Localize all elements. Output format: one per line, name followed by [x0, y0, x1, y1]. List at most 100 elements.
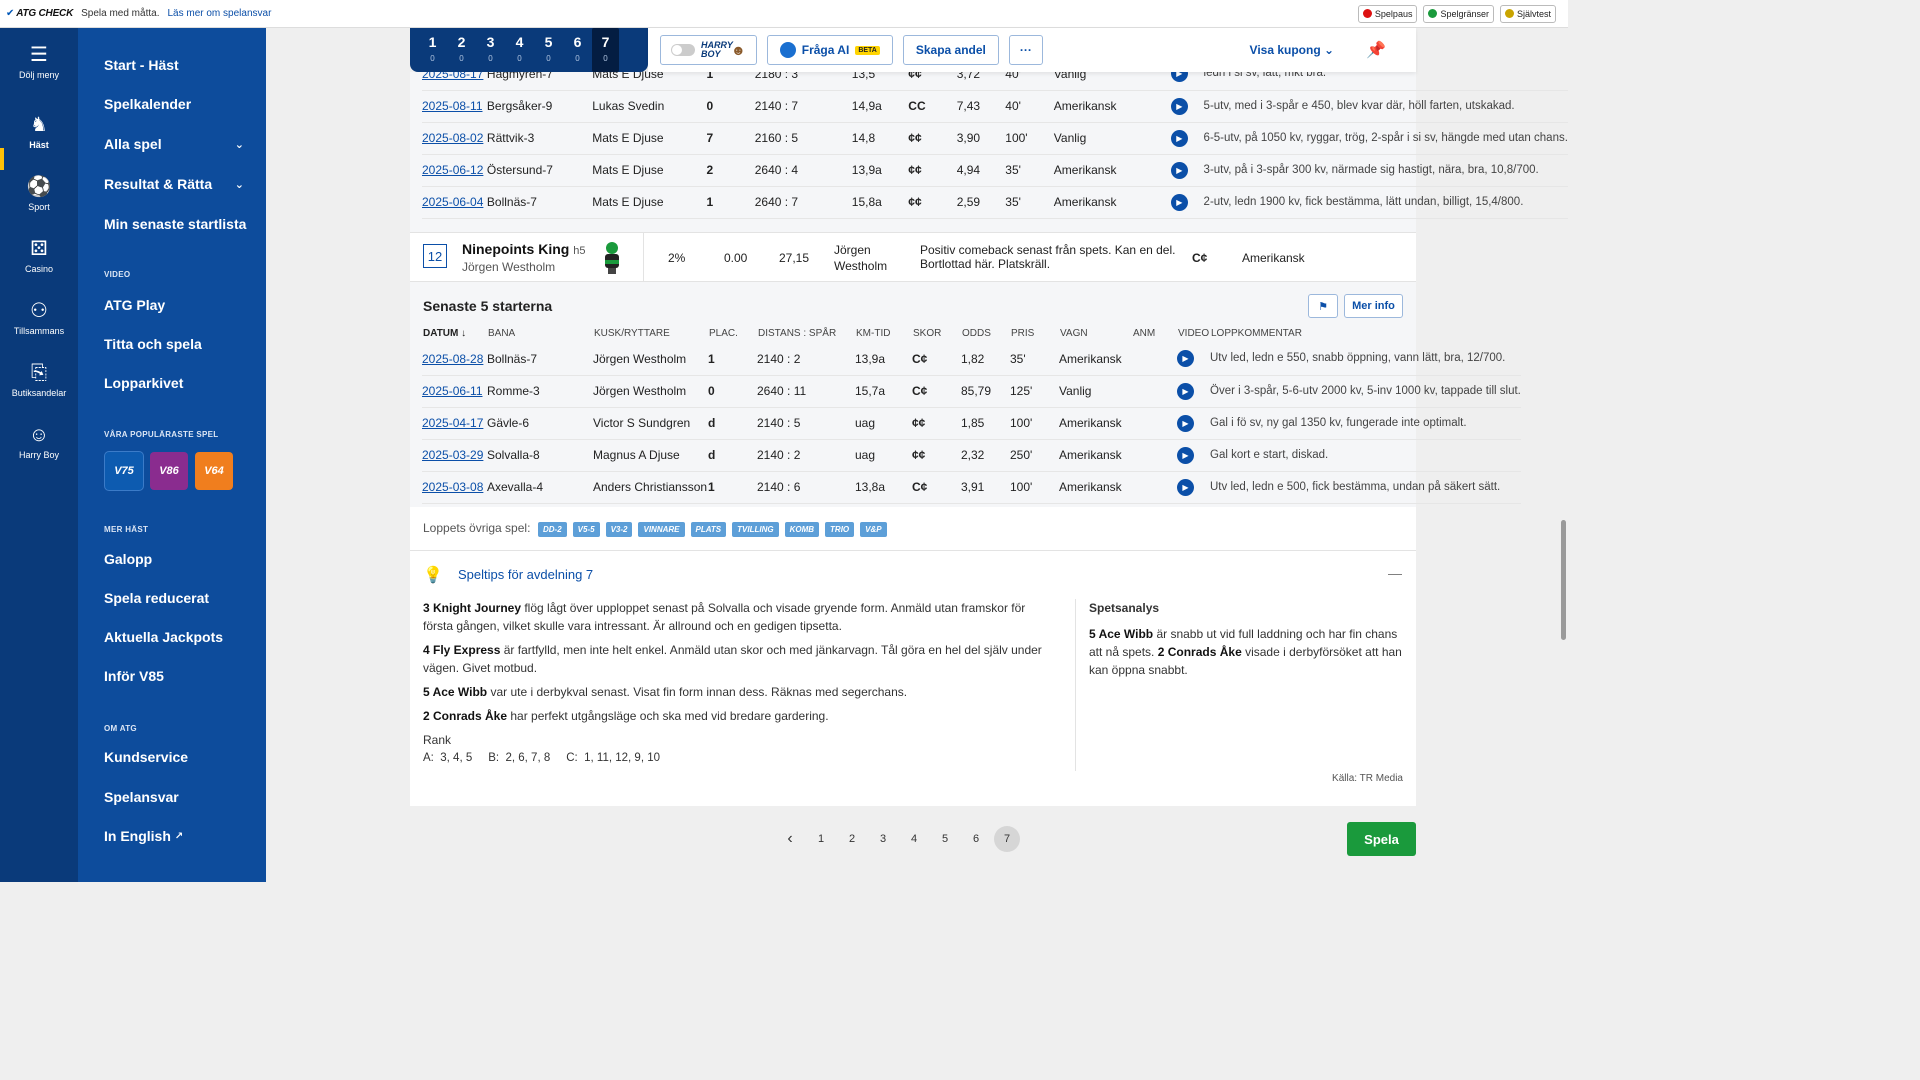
start-date-link[interactable]: 2025-06-11 [422, 375, 487, 408]
game-v64[interactable]: V64 [195, 452, 233, 490]
start-video[interactable]: ▶ [1170, 154, 1204, 187]
race-4[interactable]: 40 [505, 28, 534, 72]
pager-page-5[interactable]: 5 [932, 826, 958, 852]
play-video-icon[interactable]: ▶ [1177, 446, 1194, 464]
race-5[interactable]: 50 [534, 28, 563, 72]
date-link[interactable]: 2025-03-08 [422, 480, 483, 494]
bet-type-chip[interactable]: V3-2 [605, 522, 633, 537]
start-date-link[interactable]: 2025-06-12 [422, 154, 487, 187]
date-link[interactable]: 2025-06-04 [422, 195, 483, 209]
start-video[interactable]: ▶ [1177, 439, 1210, 472]
start-video[interactable]: ▶ [1170, 186, 1204, 219]
spelpaus-button[interactable]: Spelpaus [1357, 4, 1418, 23]
responsible-link[interactable]: Läs mer om spelansvar [167, 8, 271, 19]
race-1[interactable]: 10 [418, 28, 447, 72]
bet-type-chip[interactable]: PLATS [690, 522, 727, 537]
show-coupon-button[interactable]: Visa kupong ⌄ [1250, 43, 1335, 57]
rail-hide-menu[interactable]: ☰ Dölj meny [0, 44, 78, 80]
start-video[interactable]: ▶ [1177, 407, 1210, 440]
nav-galopp[interactable]: Galopp [104, 551, 244, 567]
nav-kundservice[interactable]: Kundservice [104, 749, 244, 765]
date-link[interactable]: 2025-06-12 [422, 163, 483, 177]
nav-min-startlista[interactable]: Min senaste startlista [104, 216, 264, 232]
date-link[interactable]: 2025-06-11 [422, 384, 483, 398]
start-date-link[interactable]: 2025-04-17 [422, 407, 487, 440]
create-share-button[interactable]: Skapa andel [902, 35, 999, 65]
game-v75[interactable]: V75 [105, 452, 143, 490]
ask-ai-button[interactable]: Fråga AI BETA [766, 35, 893, 65]
bet-type-chip[interactable]: KOMB [784, 522, 820, 537]
start-video[interactable]: ▶ [1177, 343, 1210, 376]
nav-aktuella-jackpots[interactable]: Aktuella Jackpots [104, 629, 244, 645]
date-link[interactable]: 2025-08-02 [422, 131, 483, 145]
rail-harry-boy[interactable]: ☺ Harry Boy [0, 424, 78, 460]
date-link[interactable]: 2025-08-11 [422, 99, 483, 113]
sort-datum[interactable]: DATUM ↓ [423, 328, 466, 339]
play-video-icon[interactable]: ▶ [1170, 129, 1188, 147]
play-video-icon[interactable]: ▶ [1177, 350, 1194, 368]
pager-page-2[interactable]: 2 [839, 826, 865, 852]
pager-page-6[interactable]: 6 [963, 826, 989, 852]
nav-lopparkivet[interactable]: Lopparkivet [104, 375, 244, 391]
spelgranser-button[interactable]: Spelgränser [1423, 4, 1494, 23]
collapse-icon[interactable]: — [1388, 565, 1402, 581]
bet-type-chip[interactable]: V5-5 [572, 522, 600, 537]
pager-page-3[interactable]: 3 [870, 826, 896, 852]
play-video-icon[interactable]: ▶ [1170, 193, 1188, 211]
pager-page-7[interactable]: 7 [994, 826, 1020, 852]
play-video-icon[interactable]: ▶ [1177, 478, 1194, 496]
rail-hast[interactable]: ♞ Häst [0, 114, 78, 150]
more-info-button[interactable]: Mer info [1344, 294, 1403, 318]
flag-icon[interactable]: ⚑ [1308, 294, 1338, 318]
play-video-icon[interactable]: ▶ [1177, 382, 1194, 400]
play-video-icon[interactable]: ▶ [1177, 414, 1194, 432]
toggle-switch[interactable] [671, 44, 695, 56]
date-link[interactable]: 2025-03-29 [422, 448, 483, 462]
bet-type-chip[interactable]: VINNARE [638, 522, 685, 537]
pager-prev[interactable]: ‹ [777, 826, 803, 852]
race-2[interactable]: 20 [447, 28, 476, 72]
bet-type-chip[interactable]: TRIO [825, 522, 855, 537]
pin-icon[interactable]: 📌 [1366, 40, 1386, 60]
nav-in-english[interactable]: In English ↗ [104, 828, 244, 844]
start-number-badge[interactable]: 12 [423, 244, 447, 268]
start-date-link[interactable]: 2025-03-29 [422, 439, 487, 472]
horse-name[interactable]: Ninepoints King h5 [462, 241, 585, 257]
bet-type-chip[interactable]: DD-2 [538, 522, 567, 537]
start-date-link[interactable]: 2025-06-04 [422, 186, 487, 219]
nav-spelkalender[interactable]: Spelkalender [104, 96, 244, 112]
race-6[interactable]: 60 [563, 28, 592, 72]
pager-page-1[interactable]: 1 [808, 826, 834, 852]
play-video-icon[interactable]: ▶ [1170, 161, 1188, 179]
start-video[interactable]: ▶ [1170, 90, 1204, 123]
nav-infor-v85[interactable]: Inför V85 [104, 668, 244, 684]
start-date-link[interactable]: 2025-03-08 [422, 471, 487, 504]
rail-sport[interactable]: ⚽ Sport [0, 176, 78, 212]
rail-butiksandelar[interactable]: ⎘ Butiksandelar [0, 362, 78, 398]
nav-titta-och-spela[interactable]: Titta och spela [104, 336, 244, 352]
start-date-link[interactable]: 2025-08-02 [422, 122, 487, 155]
rail-tillsammans[interactable]: ⚇ Tillsammans [0, 300, 78, 336]
page-scrollbar[interactable] [1561, 520, 1566, 640]
rail-casino[interactable]: ⚄ Casino [0, 238, 78, 274]
start-date-link[interactable]: 2025-08-28 [422, 343, 487, 376]
start-video[interactable]: ▶ [1170, 122, 1204, 155]
start-date-link[interactable]: 2025-08-11 [422, 90, 487, 123]
harry-boy-toggle[interactable]: HARRY BOY ☻ [660, 35, 757, 65]
horse-row-12[interactable]: 12 Ninepoints King h5 Jörgen Westholm 2%… [410, 232, 1416, 283]
nav-spelansvar[interactable]: Spelansvar [104, 789, 244, 805]
race-7[interactable]: 70 [592, 28, 619, 72]
sjalvtest-button[interactable]: Självtest [1499, 4, 1556, 23]
nav-spela-reducerat[interactable]: Spela reducerat [104, 590, 244, 606]
nav-resultat[interactable]: Resultat & Rätta ⌄ [104, 176, 244, 192]
nav-alla-spel[interactable]: Alla spel ⌄ [104, 136, 244, 152]
start-video[interactable]: ▶ [1177, 375, 1210, 408]
play-video-icon[interactable]: ▶ [1170, 97, 1188, 115]
game-v86[interactable]: V86 [150, 452, 188, 490]
bet-type-chip[interactable]: TVILLING [732, 522, 779, 537]
start-video[interactable]: ▶ [1177, 471, 1210, 504]
date-link[interactable]: 2025-08-28 [422, 352, 483, 366]
nav-start-hast[interactable]: Start - Häst [104, 57, 244, 73]
date-link[interactable]: 2025-04-17 [422, 416, 483, 430]
race-3[interactable]: 30 [476, 28, 505, 72]
